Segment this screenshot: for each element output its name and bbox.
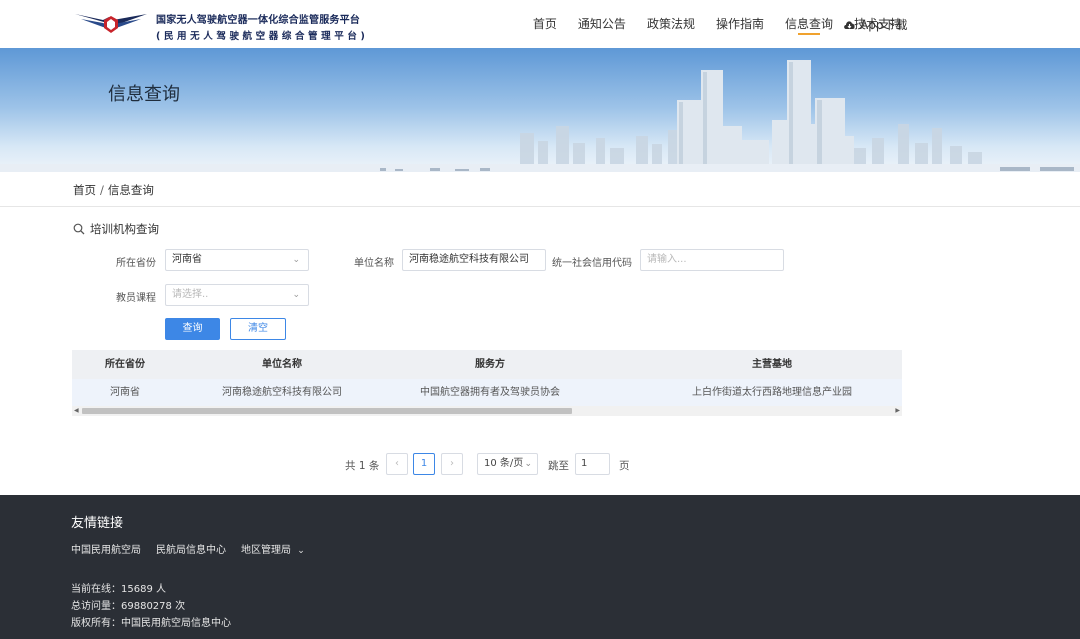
footer-link-regional-label: 地区管理局 (241, 545, 291, 556)
site-header: 国家无人驾驶航空器一体化综合监管服务平台 (民用无人驾驶航空器综合管理平台) 首… (0, 0, 1080, 48)
total-count: 共 1 条 (345, 460, 380, 472)
column-header-service: 服务方 (475, 359, 505, 370)
nav-notices[interactable]: 通知公告 (578, 0, 626, 48)
page-banner: 信息查询 (0, 48, 1080, 172)
cell-service: 中国航空器拥有者及驾驶员协会 (420, 387, 560, 398)
logo-title: 国家无人驾驶航空器一体化综合监管服务平台 (156, 15, 360, 26)
page-size-select[interactable]: 10 条/页 ⌄ (477, 453, 538, 475)
search-button[interactable]: 查询 (165, 318, 220, 340)
site-footer: 友情链接 中国民用航空局 民航局信息中心 地区管理局 ⌄ 当前在线：15689 … (0, 495, 1080, 639)
results-table: 所在省份 单位名称 服务方 主营基地 河南省 河南稳途航空科技有限公司 中国航空… (72, 350, 902, 418)
nav-guide[interactable]: 操作指南 (716, 0, 764, 48)
nav-policies[interactable]: 政策法规 (647, 0, 695, 48)
cell-base: 上白作街道太行西路地理信息产业园 (692, 387, 852, 398)
column-header-unit: 单位名称 (262, 359, 302, 370)
footer-link-info-center[interactable]: 民航局信息中心 (156, 541, 226, 556)
nav-info-query[interactable]: 信息查询 (785, 0, 833, 48)
logo-text: 国家无人驾驶航空器一体化综合监管服务平台 (民用无人驾驶航空器综合管理平台) (156, 11, 368, 42)
cell-province: 河南省 (110, 387, 140, 398)
page-size-value: 10 条/页 (484, 458, 524, 469)
section-title: 培训机构查询 (73, 221, 159, 237)
copyright: 版权所有：中国民用航空局信息中心 (71, 618, 231, 629)
cloud-download-icon (844, 20, 855, 29)
online-count: 当前在线：15689 人 (71, 584, 166, 595)
chevron-down-icon: ⌄ (297, 546, 305, 556)
chevron-down-icon: ⌄ (292, 290, 300, 300)
prev-page-button[interactable]: ‹ (386, 453, 408, 475)
table-header: 所在省份 单位名称 服务方 主营基地 (72, 350, 902, 379)
jump-label: 跳至 (548, 460, 569, 472)
unit-label: 单位名称 (354, 258, 394, 269)
clear-button[interactable]: 清空 (230, 318, 286, 340)
logo-subtitle: (民用无人驾驶航空器综合管理平台) (156, 31, 369, 42)
page-suffix: 页 (619, 460, 630, 472)
column-header-province: 所在省份 (105, 359, 145, 370)
page-number-button[interactable]: 1 (413, 453, 435, 475)
visit-count: 总访问量：69880278 次 (71, 601, 186, 612)
credit-code-label: 统一社会信用代码 (552, 258, 632, 269)
jump-page-input[interactable]: 1 (575, 453, 610, 475)
scroll-left-icon[interactable]: ◀ (74, 406, 79, 416)
scroll-thumb[interactable] (82, 408, 572, 414)
app-download-label: App下载 (860, 17, 908, 32)
footer-title: 友情链接 (71, 516, 124, 531)
footer-link-regional[interactable]: 地区管理局 ⌄ (241, 541, 305, 556)
province-value: 河南省 (172, 254, 202, 265)
chevron-down-icon: ⌄ (292, 255, 300, 265)
divider (0, 206, 1080, 207)
nav-home[interactable]: 首页 (533, 0, 557, 48)
next-page-button[interactable]: › (441, 453, 463, 475)
course-label: 教员课程 (116, 293, 156, 304)
section-title-label: 培训机构查询 (90, 222, 159, 236)
credit-code-input[interactable]: 请输入... (640, 249, 784, 271)
breadcrumb-home[interactable]: 首页 (73, 183, 96, 197)
scroll-right-icon[interactable]: ▶ (895, 406, 900, 416)
search-icon (73, 223, 85, 235)
cell-unit: 河南稳途航空科技有限公司 (222, 387, 342, 398)
city-skyline-image (0, 60, 1080, 172)
caac-logo-icon[interactable] (73, 10, 149, 34)
table-row[interactable]: 河南省 河南稳途航空科技有限公司 中国航空器拥有者及驾驶员协会 上白作街道太行西… (72, 379, 902, 406)
course-placeholder: 请选择.. (172, 289, 209, 300)
province-label: 所在省份 (116, 258, 156, 269)
breadcrumb: 首页 / 信息查询 (73, 182, 154, 198)
breadcrumb-separator: / (100, 183, 104, 197)
horizontal-scrollbar[interactable]: ◀ ▶ (72, 406, 902, 416)
province-select[interactable]: 河南省 ⌄ (165, 249, 309, 271)
course-select[interactable]: 请选择.. ⌄ (165, 284, 309, 306)
footer-link-caac[interactable]: 中国民用航空局 (71, 541, 141, 556)
chevron-down-icon: ⌄ (524, 459, 532, 469)
unit-input[interactable]: 河南稳途航空科技有限公司 (402, 249, 546, 271)
column-header-base: 主营基地 (752, 359, 792, 370)
breadcrumb-current: 信息查询 (107, 183, 154, 197)
app-download-link[interactable]: App下载 (843, 0, 907, 48)
page-title: 信息查询 (108, 84, 180, 105)
